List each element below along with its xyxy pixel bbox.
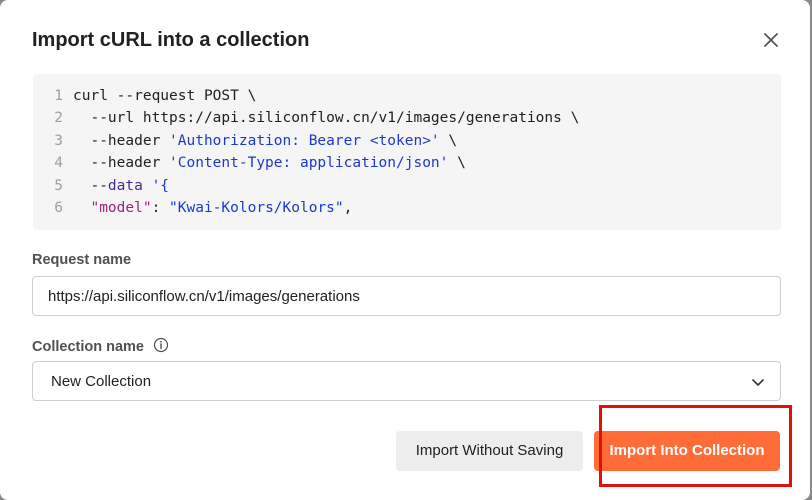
line-number: 2 xyxy=(54,110,63,127)
line-number: 4 xyxy=(54,155,63,172)
info-icon[interactable] xyxy=(153,337,169,357)
code-token: '{ xyxy=(151,177,170,194)
code-token: data xyxy=(107,177,143,194)
dialog-title: Import cURL into a collection xyxy=(32,29,310,51)
import-without-saving-button[interactable]: Import Without Saving xyxy=(396,431,583,471)
import-into-collection-button[interactable]: Import Into Collection xyxy=(594,431,780,471)
close-button[interactable] xyxy=(758,27,784,53)
line-number: 6 xyxy=(54,200,63,216)
code-token: -- xyxy=(73,177,108,194)
curl-code-preview[interactable]: 1 curl --request POST \ 2 --url https://ap… xyxy=(33,74,781,230)
code-token: \ xyxy=(448,155,466,172)
code-line: 4 --header 'Content-Type: application/js… xyxy=(33,152,466,174)
code-token: , xyxy=(343,200,353,216)
code-token: 'Authorization: Bearer <token>' xyxy=(169,132,440,149)
line-number: 3 xyxy=(54,132,63,149)
code-token: --header xyxy=(73,132,170,149)
code-token: --header xyxy=(73,155,170,172)
code-token: --url https://api.siliconflow.cn/v1/imag… xyxy=(73,110,580,127)
code-token: "Kwai-Kolors/Kolors" xyxy=(169,200,344,216)
code-line: 6 "model": "Kwai-Kolors/Kolors", xyxy=(33,197,352,219)
collection-name-label: Collection name xyxy=(32,339,144,355)
code-line: 2 --url https://api.siliconflow.cn/v1/im… xyxy=(33,107,579,129)
collection-name-select[interactable]: New Collection xyxy=(32,361,781,401)
chevron-down-icon xyxy=(750,374,766,395)
line-number: 5 xyxy=(54,177,63,194)
request-name-input[interactable] xyxy=(32,276,781,316)
collection-name-label-row: Collection name xyxy=(32,337,169,357)
close-icon xyxy=(764,33,778,47)
code-token: curl --request POST \ xyxy=(73,88,257,104)
request-name-label: Request name xyxy=(32,252,132,268)
line-number: 1 xyxy=(54,88,63,104)
import-curl-dialog: Import cURL into a collection 1 curl --re… xyxy=(0,0,810,500)
code-token: : xyxy=(151,200,170,216)
collection-name-value: New Collection xyxy=(51,373,152,390)
code-token: "model" xyxy=(90,200,152,216)
code-token: 'Content-Type: application/json' xyxy=(169,155,449,172)
code-token: \ xyxy=(439,132,458,149)
code-line: 1 curl --request POST \ xyxy=(33,85,256,107)
code-line: 5 --data '{ xyxy=(33,175,169,197)
code-line: 3 --header 'Authorization: Bearer <token… xyxy=(33,130,457,152)
